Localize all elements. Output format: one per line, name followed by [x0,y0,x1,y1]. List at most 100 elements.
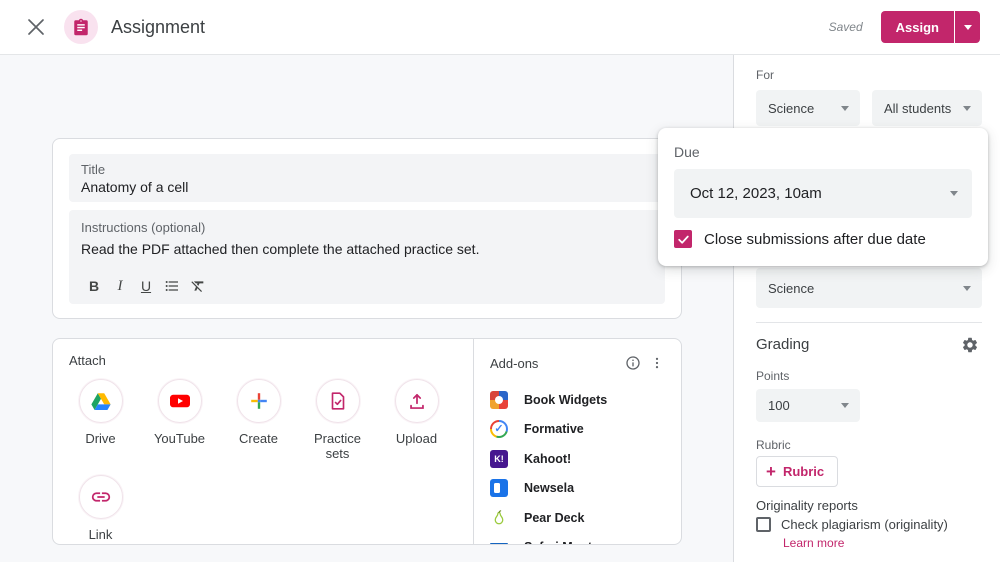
students-select-value: All students [872,101,963,116]
attach-option-label: Drive [85,431,115,446]
addon-label: Kahoot! [524,452,571,466]
plagiarism-checkbox-label: Check plagiarism (originality) [781,517,948,533]
main-content-area: Title Anatomy of a cell Instructions (op… [0,55,733,562]
attach-upload-button[interactable]: Upload [377,379,456,461]
plus-icon: + [766,463,776,480]
youtube-icon [168,389,192,413]
title-field-value: Anatomy of a cell [81,178,653,196]
upload-icon-circle [395,379,439,423]
instructions-field[interactable]: Instructions (optional) Read the PDF att… [69,210,665,304]
book-widgets-icon [490,391,508,409]
link-icon-circle [79,475,123,519]
attach-options-grid: Drive YouTube [61,379,465,545]
attach-option-label: YouTube [154,431,205,446]
gear-icon [961,336,979,354]
bold-button[interactable]: B [81,274,107,298]
for-label: For [756,68,774,82]
assignment-editor-window: Assignment Saved Assign Title Anatomy of… [0,0,1000,562]
close-icon [27,18,45,36]
underline-button[interactable]: U [133,274,159,298]
title-field[interactable]: Title Anatomy of a cell [69,154,665,202]
pear-deck-icon [490,509,508,527]
addon-kahoot[interactable]: K! Kahoot! [490,444,669,474]
create-plus-icon [248,390,270,412]
originality-reports-label: Originality reports [756,498,858,513]
due-date-popup: Due Oct 12, 2023, 10am Close submissions… [658,128,988,266]
instructions-field-value: Read the PDF attached then complete the … [81,240,653,258]
addon-label: Book Widgets [524,393,607,407]
grading-settings-button[interactable] [958,333,982,357]
attach-addons-card: Attach Drive [52,338,682,545]
italic-button[interactable]: I [107,274,133,298]
attach-section-label: Attach [69,353,457,368]
clear-formatting-button[interactable] [185,274,211,298]
attach-section: Attach Drive [53,339,473,544]
assign-dropdown-button[interactable] [955,11,980,43]
addon-pear-deck[interactable]: Pear Deck [490,503,669,533]
attach-drive-button[interactable]: Drive [61,379,140,461]
addon-formative[interactable]: ✓ Formative [490,415,669,445]
due-date-value: Oct 12, 2023, 10am [674,185,950,202]
assign-split-button: Assign [881,11,980,43]
addon-safari-montage[interactable]: Safari Montage [490,533,669,546]
plagiarism-checkbox-row: Check plagiarism (originality) [756,517,948,533]
learn-more-link[interactable]: Learn more [783,536,844,550]
google-drive-icon [90,390,112,412]
title-field-label: Title [81,161,653,178]
newsela-icon [490,479,508,497]
addons-overflow-menu-button[interactable] [645,351,669,375]
page-title: Assignment [111,17,205,38]
safari-montage-icon [490,538,508,545]
chevron-down-icon [841,403,849,408]
chevron-down-icon [963,286,971,291]
close-submissions-row: Close submissions after due date [674,230,926,248]
points-select-value: 100 [756,398,841,413]
instructions-field-label: Instructions (optional) [81,219,653,236]
addon-newsela[interactable]: Newsela [490,474,669,504]
attach-practice-sets-button[interactable]: Practice sets [298,379,377,461]
attach-create-button[interactable]: Create [219,379,298,461]
points-select[interactable]: 100 [756,389,860,422]
attach-option-label: Practice sets [307,431,369,461]
bulleted-list-button[interactable] [159,274,185,298]
add-rubric-button-label: Rubric [783,464,824,479]
addon-label: Pear Deck [524,511,584,525]
youtube-icon-circle [158,379,202,423]
addon-label: Safari Montage [524,540,614,545]
checkmark-icon [677,233,690,246]
class-select[interactable]: Science [756,90,860,126]
chevron-down-icon [950,191,958,196]
kahoot-icon: K! [490,450,508,468]
header-bar: Assignment Saved Assign [0,0,1000,55]
attach-option-label: Create [239,431,278,446]
close-submissions-label: Close submissions after due date [704,231,926,248]
assignment-clipboard-icon [72,18,90,36]
saved-status: Saved [829,20,863,34]
bulleted-list-icon [164,278,180,294]
create-icon-circle [237,379,281,423]
points-label: Points [756,369,789,383]
topic-select[interactable]: Science [756,268,982,308]
sidebar-divider [756,322,982,323]
class-select-value: Science [756,101,841,116]
info-icon [625,355,641,371]
upload-icon [406,390,428,412]
chevron-down-icon [841,106,849,111]
addons-info-button[interactable] [621,351,645,375]
close-button[interactable] [18,9,54,45]
attach-youtube-button[interactable]: YouTube [140,379,219,461]
assign-button[interactable]: Assign [881,11,954,43]
grading-section-label: Grading [756,336,809,353]
addon-label: Newsela [524,481,574,495]
students-select[interactable]: All students [872,90,982,126]
due-date-select[interactable]: Oct 12, 2023, 10am [674,169,972,218]
close-submissions-checkbox[interactable] [674,230,692,248]
attach-link-button[interactable]: Link [61,475,140,542]
formatting-toolbar: B I U [81,274,211,298]
addon-book-widgets[interactable]: Book Widgets [490,385,669,415]
add-rubric-button[interactable]: + Rubric [756,456,838,487]
chevron-down-icon [963,106,971,111]
addon-label: Formative [524,422,584,436]
practice-sets-icon [327,390,349,412]
plagiarism-checkbox[interactable] [756,517,771,532]
